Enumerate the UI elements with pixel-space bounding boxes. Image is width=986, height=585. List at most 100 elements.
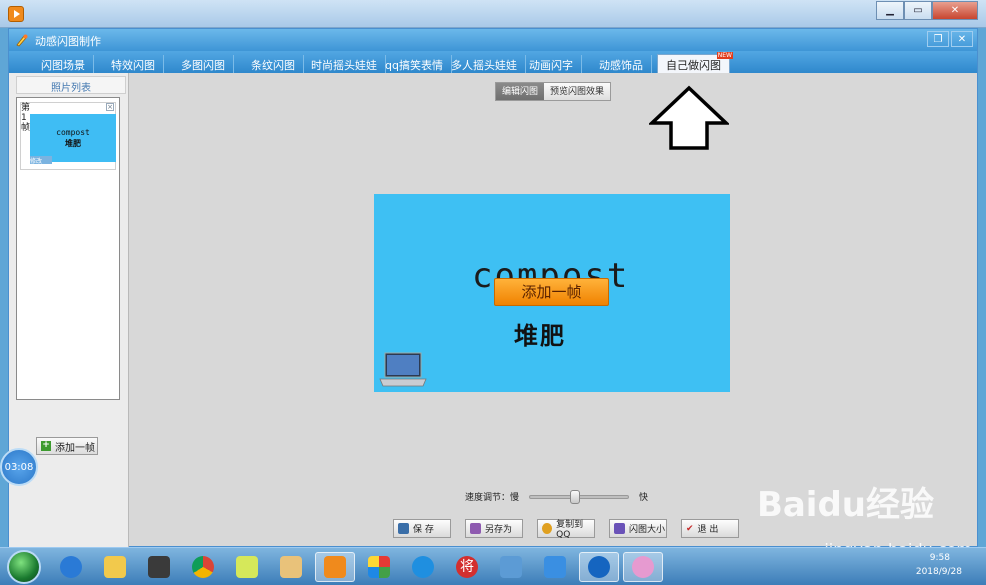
speed-slider[interactable]	[529, 489, 630, 504]
thumbnail-text-cn: 堆肥	[65, 139, 81, 148]
app-window-controls: ❐ ✕	[927, 31, 973, 47]
mode-toggle: 编辑闪图 预览闪图效果	[495, 82, 612, 101]
frame-thumbnail-card[interactable]: 第1帧 × compost 堆肥 修改	[20, 102, 116, 170]
app-titlebar: 动感闪图制作 ❐ ✕	[9, 29, 977, 51]
photo-list-header: 照片列表	[16, 76, 126, 94]
pinwheel-icon	[368, 556, 390, 578]
tab-effect-flash[interactable]: 特效闪图	[103, 55, 164, 73]
add-frame-button[interactable]: + 添加一帧	[36, 437, 98, 455]
save-as-label: 另存为	[485, 525, 513, 535]
taskbar-cloud[interactable]	[535, 552, 575, 582]
copy-to-qq-label: 复制到QQ	[556, 520, 584, 540]
speed-slow-label: 速度调节：慢	[465, 493, 520, 503]
internet-explorer-icon	[60, 556, 82, 578]
flash-canvas[interactable]: compost 堆肥 添加一帧	[374, 194, 730, 392]
tab-bar: 闪图场景 特效闪图 多图闪图 条纹闪图 时尚摇头娃娃 qq搞笑表情 多人摇头娃娃…	[9, 51, 977, 73]
taskbar-notes[interactable]	[227, 552, 267, 582]
chrome-icon	[192, 556, 214, 578]
sogou-icon	[588, 556, 610, 578]
add-frame-label: 添加一帧	[55, 442, 95, 454]
edit-mode-button[interactable]: 编辑闪图	[496, 83, 545, 100]
minimize-button[interactable]: ▁	[876, 1, 904, 20]
start-button[interactable]	[7, 550, 41, 584]
new-badge: NEW	[716, 52, 733, 59]
floppy-icon	[398, 523, 409, 534]
tab-stripe-flash[interactable]: 条纹闪图	[243, 55, 304, 73]
frame-label: 第1帧	[21, 103, 31, 133]
taskbar-game[interactable]	[491, 552, 531, 582]
taskbar-browser[interactable]	[403, 552, 443, 582]
app-window: 动感闪图制作 ❐ ✕ 闪图场景 特效闪图 多图闪图 条纹闪图 时尚摇头娃娃 qq…	[8, 28, 978, 548]
taskbar-ie[interactable]	[51, 552, 91, 582]
plus-icon: +	[41, 440, 51, 451]
taskbar-monkey[interactable]	[623, 552, 663, 582]
image-size-button[interactable]: 闪图大小	[609, 519, 667, 538]
speed-fast-label: 快	[639, 493, 649, 503]
app-close-button[interactable]: ✕	[951, 31, 973, 47]
up-arrow-icon	[649, 85, 729, 150]
checkmark-icon: ✔	[686, 523, 694, 534]
tab-label: 多图闪图	[181, 59, 225, 72]
palette-icon	[280, 556, 302, 578]
clock-date[interactable]: 2018/9/28	[916, 567, 962, 577]
folder-icon	[104, 556, 126, 578]
cloud-icon	[544, 556, 566, 578]
close-icon[interactable]: ×	[106, 103, 114, 111]
tab-label: 自己做闪图	[666, 59, 721, 72]
paintbrush-icon	[16, 34, 28, 47]
add-frame-overlay-button[interactable]: 添加一帧	[494, 278, 609, 306]
restore-button[interactable]: ❐	[927, 31, 949, 47]
tab-label: 时尚摇头娃娃	[311, 59, 377, 72]
frame-thumbnail[interactable]: compost 堆肥	[30, 114, 116, 162]
tab-animated-text[interactable]: 动画闪字	[521, 55, 582, 73]
taskbar-movie[interactable]	[139, 552, 179, 582]
save-label: 保 存	[413, 525, 434, 535]
app-title: 动感闪图制作	[35, 35, 101, 48]
taskbar-sogou[interactable]	[579, 552, 619, 582]
resize-icon	[614, 523, 625, 534]
recording-timer[interactable]: 03:08	[0, 448, 38, 486]
qq-penguin-icon	[542, 523, 553, 534]
close-button[interactable]: ✕	[932, 1, 978, 20]
taskbar-pinwheel[interactable]	[359, 552, 399, 582]
taskbar-chrome[interactable]	[183, 552, 223, 582]
tab-diy-flash[interactable]: 自己做闪图 NEW	[657, 52, 733, 73]
system-tray: 9:58 2018/9/28	[826, 548, 986, 585]
tab-label: 动画闪字	[529, 59, 573, 72]
exit-label: 退 出	[697, 525, 719, 535]
tab-flash-scene[interactable]: 闪图场景	[33, 55, 94, 73]
taskbar-flash-maker[interactable]	[315, 552, 355, 582]
speed-slider-knob[interactable]	[570, 489, 581, 504]
tab-label: 条纹闪图	[251, 59, 295, 72]
laptop-icon	[379, 352, 427, 387]
tab-bobblehead[interactable]: 时尚摇头娃娃	[303, 55, 386, 73]
taskbar-paint[interactable]	[271, 552, 311, 582]
save-as-button[interactable]: 另存为	[465, 519, 523, 538]
save-button[interactable]: 保 存	[393, 519, 451, 538]
tab-multi-image[interactable]: 多图闪图	[173, 55, 234, 73]
maximize-button[interactable]: ▭	[904, 1, 932, 20]
tab-dynamic-decor[interactable]: 动感饰品	[591, 55, 652, 73]
tab-qq-funny[interactable]: qq搞笑表情	[377, 55, 452, 73]
tab-label: 闪图场景	[41, 59, 85, 72]
thumbnail-text-en: compost	[56, 128, 90, 137]
taskbar-chess[interactable]: 将	[447, 552, 487, 582]
photo-list: 第1帧 × compost 堆肥 修改	[16, 97, 120, 400]
taskbar-explorer[interactable]	[95, 552, 135, 582]
tab-multi-bobblehead[interactable]: 多人摇头娃娃	[443, 55, 526, 73]
play-app-icon	[324, 556, 346, 578]
monkey-icon	[632, 556, 654, 578]
taskbar: 将 9:58 2018/9/28	[0, 547, 986, 585]
tab-label: qq搞笑表情	[385, 59, 443, 72]
host-titlebar: ▁ ▭ ✕	[0, 0, 986, 28]
clock-time[interactable]: 9:58	[930, 553, 950, 563]
copy-to-qq-button[interactable]: 复制到QQ	[537, 519, 595, 540]
exit-button[interactable]: ✔ 退 出	[681, 519, 739, 538]
canvas-text-cn: 堆肥	[514, 321, 566, 350]
preview-mode-button[interactable]: 预览闪图效果	[544, 83, 611, 100]
edit-frame-tag[interactable]: 修改	[30, 156, 52, 165]
speed-control: 速度调节：慢 快	[465, 489, 649, 504]
baidu-watermark: Baidu经验	[756, 485, 934, 525]
notes-icon	[236, 556, 258, 578]
host-window-controls: ▁ ▭ ✕	[876, 1, 978, 20]
